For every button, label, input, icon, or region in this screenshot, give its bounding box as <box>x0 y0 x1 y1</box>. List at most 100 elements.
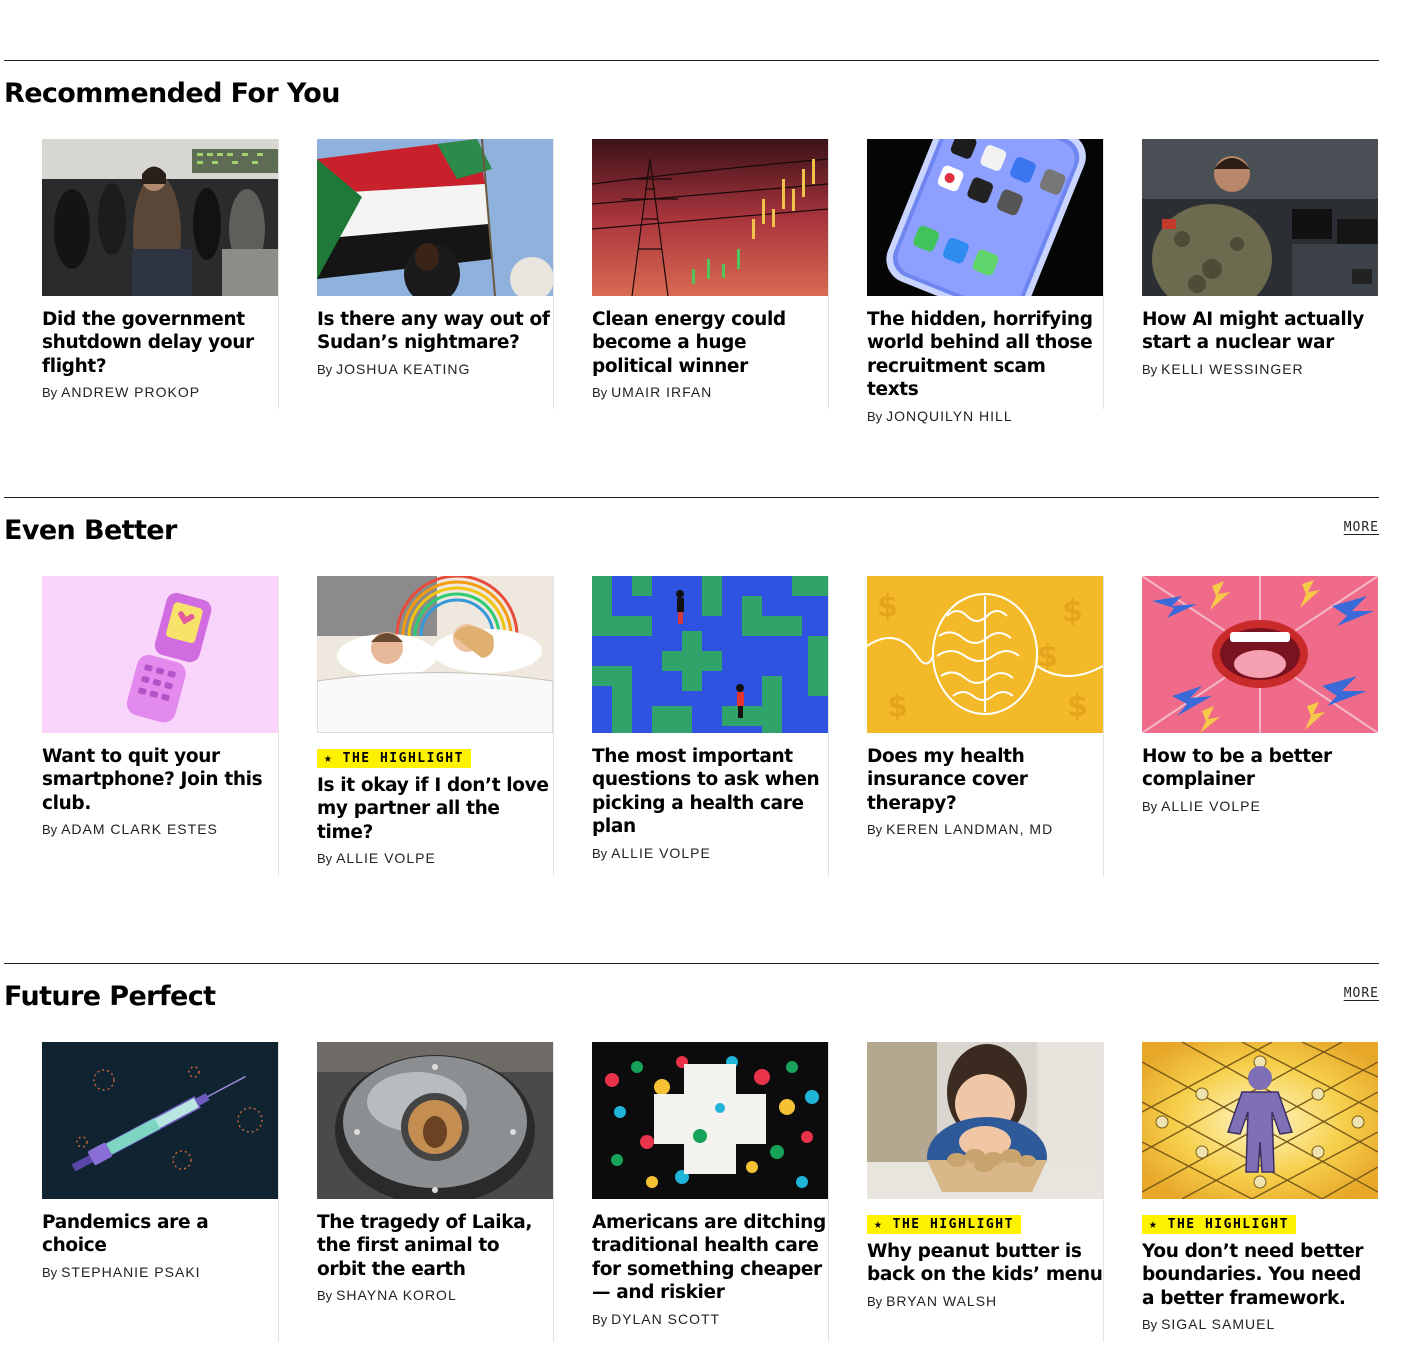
author-link[interactable]: KEREN LANDMAN, MD <box>886 821 1053 837</box>
article-card[interactable]: Want to quit your smartphone? Join this … <box>4 576 279 876</box>
article-byline: By JONQUILYN HILL <box>867 408 1103 424</box>
article-thumbnail-tangled-brain[interactable]: $ $ $ $ $ <box>867 576 1103 733</box>
section-divider <box>4 497 1379 498</box>
svg-text:$: $ <box>1067 689 1088 724</box>
article-thumbnail-phone[interactable] <box>867 139 1103 296</box>
article-thumbnail-sudan-flag[interactable] <box>317 139 553 296</box>
author-link[interactable]: BRYAN WALSH <box>886 1293 997 1309</box>
article-card[interactable]: $ $ $ $ $ Does my health insurance cover the… <box>829 576 1104 876</box>
article-card[interactable]: ★ THE HIGHLIGHT Why peanut butter is bac… <box>829 1042 1104 1342</box>
article-thumbnail-syringe-virus[interactable] <box>42 1042 278 1199</box>
article-thumbnail-power-grid[interactable] <box>592 139 828 296</box>
byline-prefix: By <box>1142 1317 1158 1333</box>
article-byline: By SHAYNA KOROL <box>317 1287 553 1303</box>
article-headline[interactable]: Why peanut butter is back on the kids’ m… <box>867 1240 1103 1287</box>
article-card[interactable]: Pandemics are a choice By STEPHANIE PSAK… <box>4 1042 279 1342</box>
author-link[interactable]: JONQUILYN HILL <box>886 408 1013 424</box>
section-title: Even Better <box>4 515 177 546</box>
article-card[interactable]: ★ THE HIGHLIGHT Is it okay if I don’t lo… <box>279 576 554 876</box>
article-headline[interactable]: Did the government shutdown delay your f… <box>42 308 278 378</box>
svg-text:$: $ <box>1062 594 1083 629</box>
article-card[interactable]: Americans are ditching traditional healt… <box>554 1042 829 1342</box>
highlight-badge: ★ THE HIGHLIGHT <box>317 749 471 768</box>
author-link[interactable]: JOSHUA KEATING <box>336 361 470 377</box>
article-card[interactable]: The most important questions to ask when… <box>554 576 829 876</box>
section-divider <box>4 60 1379 61</box>
svg-text:$: $ <box>877 589 898 624</box>
article-card[interactable]: The tragedy of Laika, the first animal t… <box>279 1042 554 1342</box>
byline-prefix: By <box>317 361 333 377</box>
author-link[interactable]: SHAYNA KOROL <box>336 1287 457 1303</box>
author-link[interactable]: KELLI WESSINGER <box>1161 361 1304 377</box>
article-byline: By UMAIR IRFAN <box>592 384 828 400</box>
article-thumbnail-couple-in-bed[interactable] <box>317 576 553 733</box>
article-headline[interactable]: Americans are ditching traditional healt… <box>592 1211 828 1305</box>
author-link[interactable]: ALLIE VOLPE <box>611 845 711 861</box>
article-card[interactable]: How to be a better complainer By ALLIE V… <box>1104 576 1379 876</box>
article-card[interactable]: The hidden, horrifying world behind all … <box>829 139 1104 424</box>
author-link[interactable]: STEPHANIE PSAKI <box>61 1264 200 1280</box>
article-headline[interactable]: Does my health insurance cover therapy? <box>867 745 1103 815</box>
section-recommended: Recommended For You Did the government s… <box>4 60 1379 424</box>
byline-prefix: By <box>867 408 883 424</box>
more-link[interactable]: MORE <box>1344 986 1379 1001</box>
article-thumbnail-airport[interactable] <box>42 139 278 296</box>
svg-text:$: $ <box>887 689 908 724</box>
article-thumbnail-laika-capsule[interactable] <box>317 1042 553 1199</box>
article-headline[interactable]: How to be a better complainer <box>1142 745 1378 792</box>
byline-prefix: By <box>317 1288 333 1304</box>
article-headline[interactable]: Clean energy could become a huge politic… <box>592 308 828 378</box>
article-thumbnail-net-figure[interactable] <box>1142 1042 1379 1199</box>
byline-prefix: By <box>42 822 58 838</box>
author-link[interactable]: SIGAL SAMUEL <box>1161 1316 1275 1332</box>
article-headline[interactable]: How AI might actually start a nuclear wa… <box>1142 308 1378 355</box>
byline-prefix: By <box>317 851 333 867</box>
author-link[interactable]: ADAM CLARK ESTES <box>61 821 218 837</box>
article-headline[interactable]: The most important questions to ask when… <box>592 745 828 839</box>
byline-prefix: By <box>42 385 58 401</box>
section-even-better: Even Better MORE Want to quit your smart… <box>4 497 1379 887</box>
article-byline: By ALLIE VOLPE <box>592 845 828 861</box>
author-link[interactable]: ALLIE VOLPE <box>336 850 436 866</box>
byline-prefix: By <box>1142 798 1158 814</box>
byline-prefix: By <box>42 1264 58 1280</box>
byline-prefix: By <box>867 822 883 838</box>
highlight-badge: ★ THE HIGHLIGHT <box>867 1215 1021 1234</box>
byline-prefix: By <box>867 1293 883 1309</box>
article-thumbnail-shouting-mouth[interactable] <box>1142 576 1379 733</box>
article-card[interactable]: Did the government shutdown delay your f… <box>4 139 279 409</box>
section-future-perfect: Future Perfect MORE Pandemics are a choi… <box>4 963 1379 1357</box>
highlight-badge: ★ THE HIGHLIGHT <box>1142 1215 1296 1234</box>
article-thumbnail-soldier[interactable] <box>1142 139 1379 296</box>
article-thumbnail-flip-phone[interactable] <box>42 576 278 733</box>
article-card[interactable]: ★ THE HIGHLIGHT You don’t need better bo… <box>1104 1042 1379 1342</box>
article-byline: By DYLAN SCOTT <box>592 1311 828 1327</box>
article-byline: By JOSHUA KEATING <box>317 361 553 377</box>
article-thumbnail-maze[interactable] <box>592 576 828 733</box>
author-link[interactable]: ANDREW PROKOP <box>61 384 200 400</box>
article-headline[interactable]: You don’t need better boundaries. You ne… <box>1142 1240 1378 1310</box>
article-thumbnail-medical-cross[interactable] <box>592 1042 828 1199</box>
article-headline[interactable]: The tragedy of Laika, the first animal t… <box>317 1211 553 1281</box>
section-title: Recommended For You <box>4 78 340 109</box>
article-byline: By ALLIE VOLPE <box>1142 798 1378 814</box>
author-link[interactable]: UMAIR IRFAN <box>611 384 712 400</box>
article-card[interactable]: Is there any way out of Sudan’s nightmar… <box>279 139 554 409</box>
article-headline[interactable]: The hidden, horrifying world behind all … <box>867 308 1103 402</box>
article-card[interactable]: How AI might actually start a nuclear wa… <box>1104 139 1379 409</box>
article-headline[interactable]: Pandemics are a choice <box>42 1211 278 1258</box>
article-byline: By KELLI WESSINGER <box>1142 361 1378 377</box>
author-link[interactable]: ALLIE VOLPE <box>1161 798 1261 814</box>
more-link[interactable]: MORE <box>1344 520 1379 535</box>
article-thumbnail-child-peanuts[interactable] <box>867 1042 1103 1199</box>
byline-prefix: By <box>592 385 608 401</box>
article-byline: By ANDREW PROKOP <box>42 384 278 400</box>
article-headline[interactable]: Want to quit your smartphone? Join this … <box>42 745 278 815</box>
article-byline: By STEPHANIE PSAKI <box>42 1264 278 1280</box>
article-headline[interactable]: Is there any way out of Sudan’s nightmar… <box>317 308 553 355</box>
article-byline: By SIGAL SAMUEL <box>1142 1316 1378 1332</box>
article-headline[interactable]: Is it okay if I don’t love my partner al… <box>317 774 553 844</box>
article-card[interactable]: Clean energy could become a huge politic… <box>554 139 829 409</box>
author-link[interactable]: DYLAN SCOTT <box>611 1311 720 1327</box>
byline-prefix: By <box>592 1311 608 1327</box>
